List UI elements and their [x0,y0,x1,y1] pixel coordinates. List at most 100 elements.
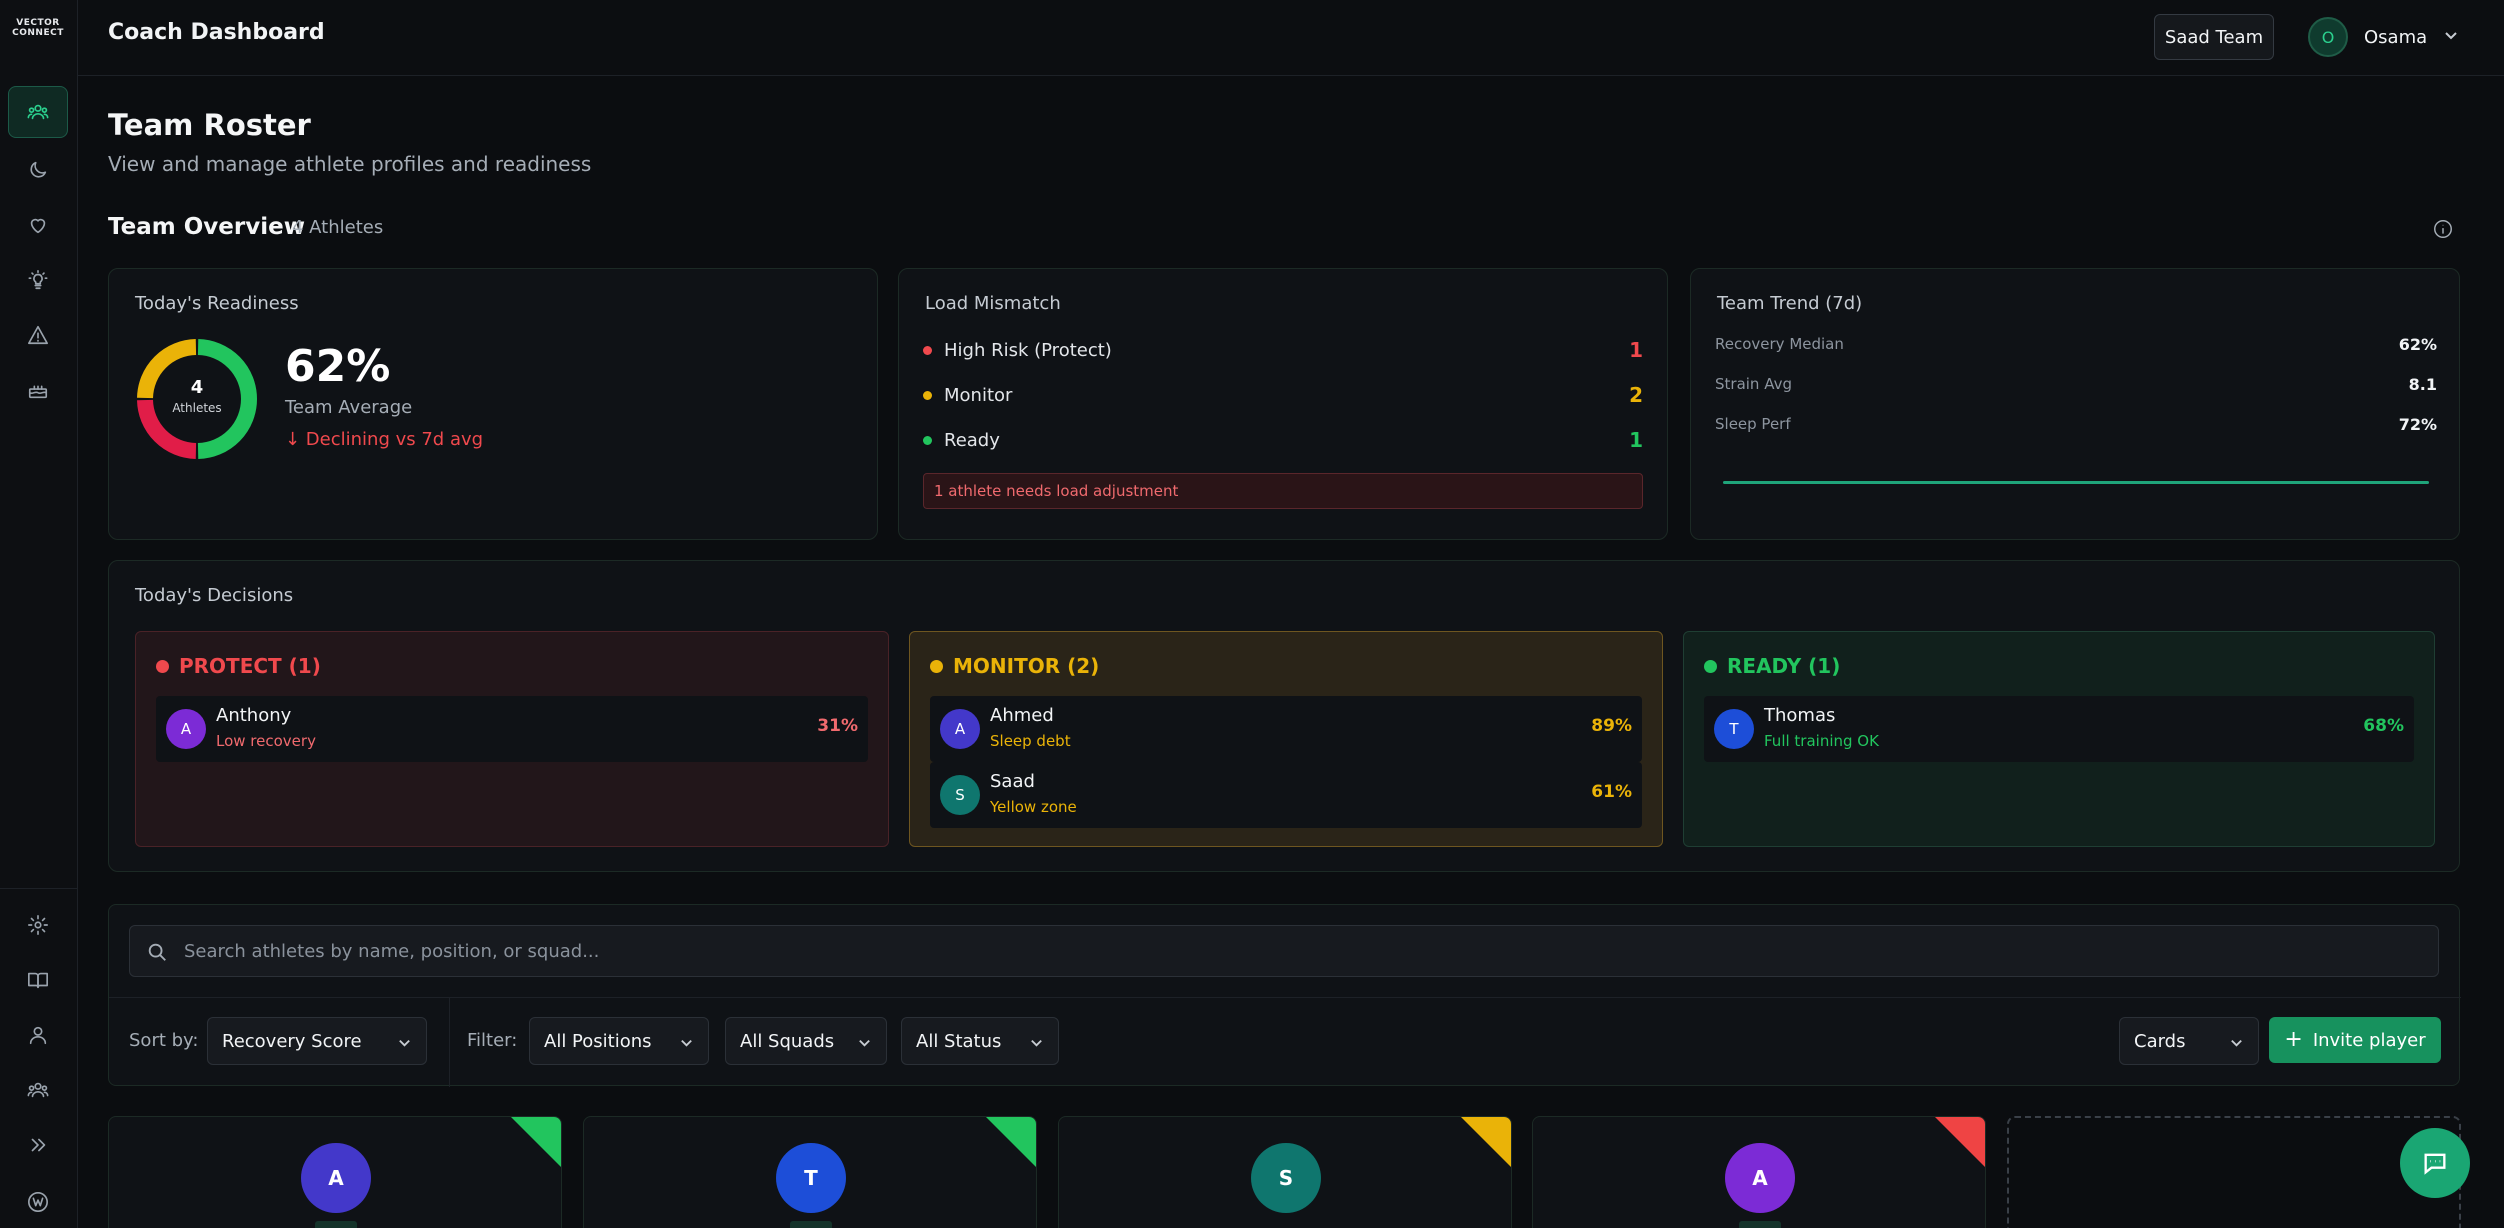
top-bar: Coach Dashboard Saad Team O Osama [78,0,2504,76]
sidebar-item-insights[interactable] [8,254,68,306]
chevron-down-icon [2445,32,2457,40]
athlete-name: Thomas [1764,705,1836,726]
athlete-note: Yellow zone [990,798,1077,816]
chat-button[interactable] [2400,1128,2470,1198]
status-dot [930,659,943,673]
load-alert-banner: 1 athlete needs load adjustment [923,473,1643,509]
load-row-value: 2 [1629,383,1643,407]
load-row-label: High Risk (Protect) [944,339,1112,361]
search-input[interactable] [184,936,2384,966]
athlete-row[interactable]: T Thomas Full training OK 68% [1704,696,2414,762]
decision-column-monitor: MONITOR (2) A Ahmed Sleep debt 89% S Saa… [909,631,1663,847]
sidebar-divider [0,888,78,889]
team-selector-button[interactable]: Saad Team [2154,14,2274,60]
player-card[interactable]: S [1058,1116,1512,1228]
athlete-name: Anthony [216,705,292,726]
avatar: T [1714,709,1754,749]
donut-segment-ready [197,339,257,459]
heart-icon [30,218,46,234]
sidebar-expand[interactable] [8,1119,68,1171]
invite-player-button[interactable]: + Invite player [2269,1017,2441,1063]
lightbulb-icon [28,270,48,290]
decision-header-protect: PROTECT (1) [156,654,321,678]
load-mismatch-card: Load Mismatch High Risk (Protect) 1 Moni… [898,268,1668,540]
sidebar-item-team[interactable] [8,1064,68,1116]
readiness-donut [137,339,257,459]
app-logo[interactable]: VECTOR CONNECT [0,18,76,38]
decision-header-monitor: MONITOR (2) [930,654,1099,678]
chevron-down-icon [681,1039,692,1047]
positions-value: All Positions [544,1030,652,1052]
sort-select[interactable]: Recovery Score [207,1017,427,1065]
sidebar-item-profile[interactable] [8,1009,68,1061]
status-corner [986,1117,1036,1167]
status-corner [1461,1117,1511,1167]
load-mismatch-label: Load Mismatch [925,293,1061,314]
load-row-ready: Ready 1 [923,425,1643,455]
athlete-recovery: 68% [2363,716,2404,736]
sidebar-item-sleep[interactable] [8,144,68,196]
add-player-card[interactable] [2007,1116,2461,1228]
sidebar-item-health[interactable] [8,199,68,251]
plus-icon: + [2284,1027,2303,1052]
load-row-monitor: Monitor 2 [923,380,1643,410]
athlete-row[interactable]: S Saad Yellow zone 61% [930,762,1642,828]
decision-column-protect: PROTECT (1) A Anthony Low recovery 31% [135,631,889,847]
player-card[interactable]: A [108,1116,562,1228]
status-badge [1739,1221,1781,1228]
avatar: S [1251,1143,1321,1213]
avatar: A [1725,1143,1795,1213]
avatar: A [940,709,980,749]
sidebar-item-roster[interactable] [8,86,68,138]
page-title: Team Roster [108,108,311,142]
user-icon [29,1026,47,1045]
overview-info-button[interactable] [2432,218,2454,240]
player-card[interactable]: A [1532,1116,1986,1228]
donut-center-count: 4 [190,377,204,398]
logo-line-2: CONNECT [12,28,64,38]
sidebar-item-events[interactable] [8,364,68,416]
gear-icon [28,915,48,935]
user-name: Osama [2364,26,2428,48]
chevron-down-icon [2231,1039,2242,1047]
decision-title: READY (1) [1727,654,1841,678]
squads-select[interactable]: All Squads [725,1017,887,1065]
sidebar-item-settings[interactable] [8,899,68,951]
trend-row-strain: Strain Avg 8.1 [1715,375,2437,394]
athlete-count: 4 Athletes [292,217,384,238]
sidebar-brand[interactable] [8,1176,68,1228]
status-dot [923,435,932,445]
sort-label: Sort by: [129,1030,199,1051]
search-box[interactable] [129,925,2439,977]
athlete-recovery: 31% [817,716,858,736]
view-select[interactable]: Cards [2119,1017,2259,1065]
athlete-row[interactable]: A Anthony Low recovery 31% [156,696,868,762]
user-menu-toggle[interactable] [2443,27,2459,47]
sidebar-item-docs[interactable] [8,954,68,1006]
avatar: O [2308,17,2348,57]
readiness-card: Today's Readiness 4 Athletes 62% Team Av… [108,268,878,540]
positions-select[interactable]: All Positions [529,1017,709,1065]
user-menu[interactable]: O Osama [2308,17,2459,57]
info-icon [2434,220,2452,238]
sidebar-item-alerts[interactable] [8,309,68,361]
decision-header-ready: READY (1) [1704,654,1840,678]
readiness-trend: ↓ Declining vs 7d avg [285,429,484,450]
filter-label: Filter: [467,1030,518,1051]
status-dot [923,345,932,355]
athlete-row[interactable]: A Ahmed Sleep debt 89% [930,696,1642,762]
status-value: All Status [916,1030,1002,1052]
player-card[interactable]: T [583,1116,1037,1228]
readiness-value: 62% [285,341,391,392]
status-dot [156,659,169,673]
readiness-sub-label: Team Average [285,397,413,418]
filter-vertical-divider [449,997,450,1087]
logo-line-1: VECTOR [16,18,60,28]
trend-row-recovery: Recovery Median 62% [1715,335,2437,354]
status-select[interactable]: All Status [901,1017,1059,1065]
status-dot [1704,659,1717,673]
avatar: A [301,1143,371,1213]
decision-title: PROTECT (1) [179,654,321,678]
book-icon [28,972,48,989]
app-title: Coach Dashboard [108,20,325,45]
